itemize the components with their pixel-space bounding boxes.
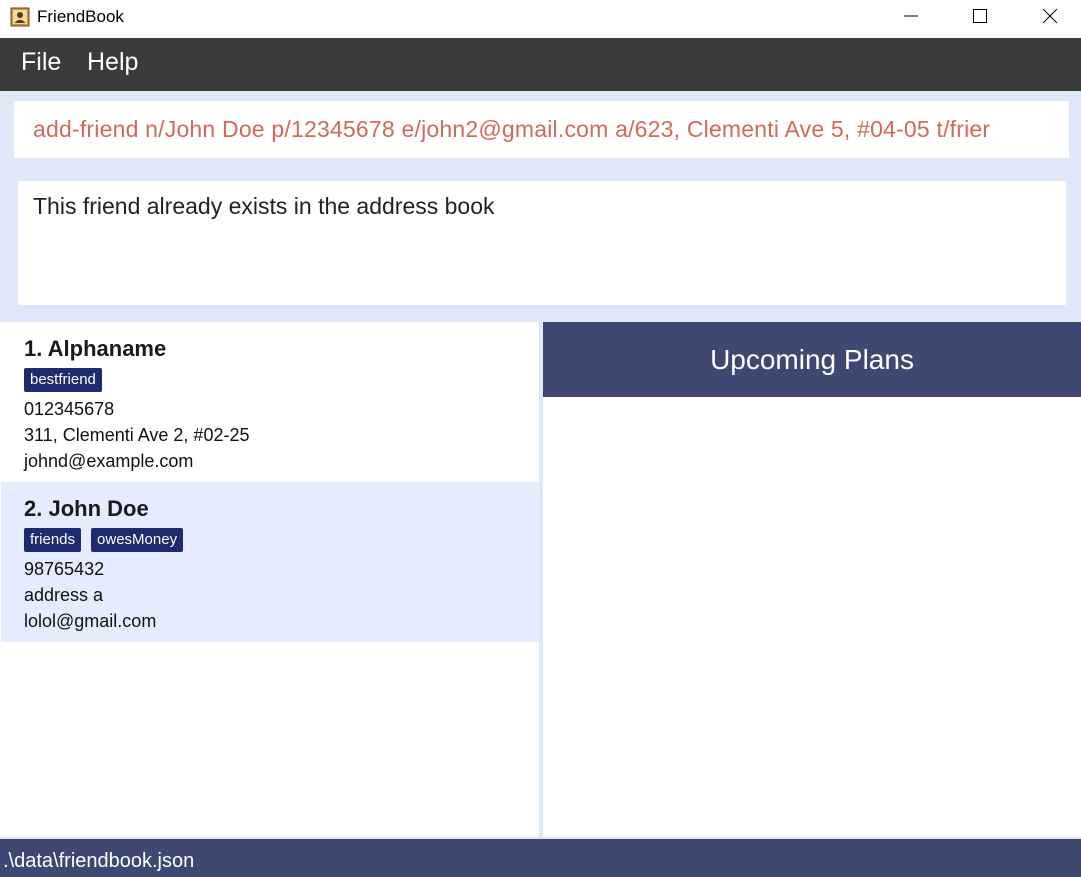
address-book-icon <box>10 7 30 27</box>
tag-label: bestfriend <box>24 368 102 392</box>
plans-title: Upcoming Plans <box>710 343 914 375</box>
menu-help[interactable]: Help <box>87 48 138 77</box>
minimize-icon <box>904 15 918 17</box>
command-input[interactable]: add-friend n/John Doe p/12345678 e/john2… <box>14 101 1069 158</box>
close-icon <box>1042 8 1058 24</box>
command-input-text: add-friend n/John Doe p/12345678 e/john2… <box>33 116 991 142</box>
friend-card[interactable]: 1. Alphaname bestfriend 012345678 311, C… <box>1 322 539 482</box>
plans-panel: Upcoming Plans <box>543 322 1081 837</box>
close-button[interactable] <box>1015 0 1081 32</box>
status-bar: .\data\friendbook.json <box>0 839 1081 877</box>
result-message: This friend already exists in the addres… <box>33 193 495 219</box>
status-file-path: .\data\friendbook.json <box>3 850 195 872</box>
maximize-button[interactable] <box>945 0 1015 32</box>
plans-header: Upcoming Plans <box>543 322 1081 397</box>
menu-file[interactable]: File <box>21 48 61 77</box>
maximize-icon <box>973 9 987 23</box>
friend-email: johnd@example.com <box>24 451 194 471</box>
friend-phone: 012345678 <box>24 399 115 419</box>
menu-bar: File Help <box>0 38 1081 91</box>
friend-phone: 98765432 <box>24 559 105 579</box>
tag-label: friends <box>24 528 82 552</box>
friend-tags: friends owesMoney <box>24 528 184 552</box>
friend-address: address a <box>24 585 104 605</box>
title-bar: FriendBook <box>0 0 1081 38</box>
minimize-button[interactable] <box>876 0 946 32</box>
friend-tags: bestfriend <box>24 368 102 392</box>
result-display: This friend already exists in the addres… <box>18 181 1066 305</box>
friend-card-selected[interactable]: 2. John Doe friends owesMoney 98765432 a… <box>1 482 539 642</box>
tag-label: owesMoney <box>91 528 184 552</box>
friend-email: lolol@gmail.com <box>24 611 157 631</box>
window-title: FriendBook <box>37 7 124 26</box>
friend-name: 1. Alphaname <box>24 336 167 361</box>
friend-list[interactable]: 1. Alphaname bestfriend 012345678 311, C… <box>0 322 539 837</box>
friend-name: 2. John Doe <box>24 496 149 521</box>
friend-address: 311, Clementi Ave 2, #02-25 <box>24 425 250 445</box>
